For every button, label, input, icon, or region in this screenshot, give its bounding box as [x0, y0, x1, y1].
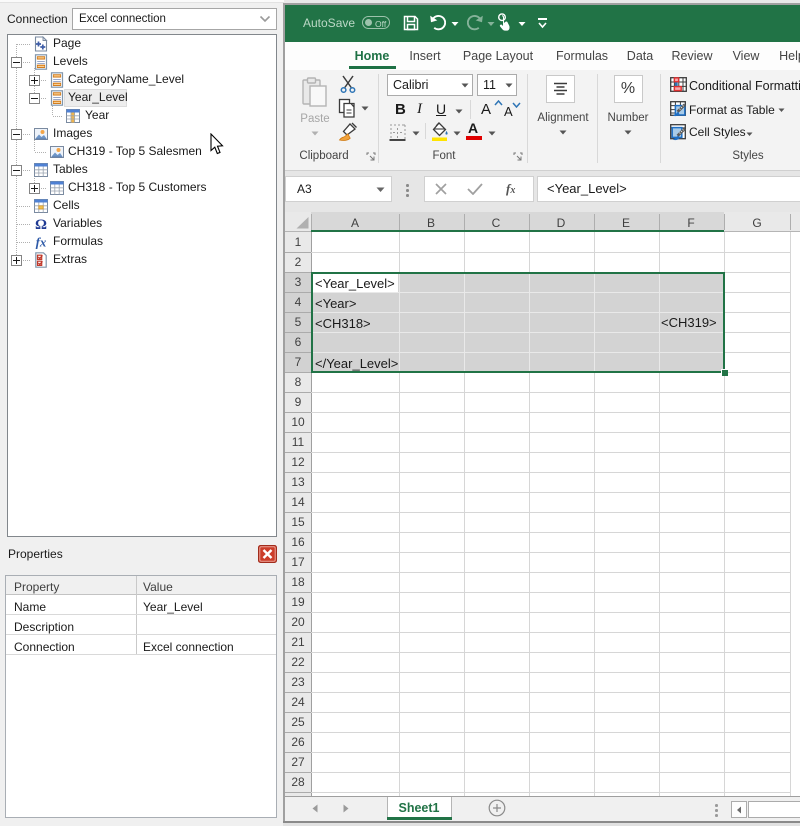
- svg-text:fx: fx: [36, 235, 47, 250]
- svg-text:Ω: Ω: [35, 217, 47, 232]
